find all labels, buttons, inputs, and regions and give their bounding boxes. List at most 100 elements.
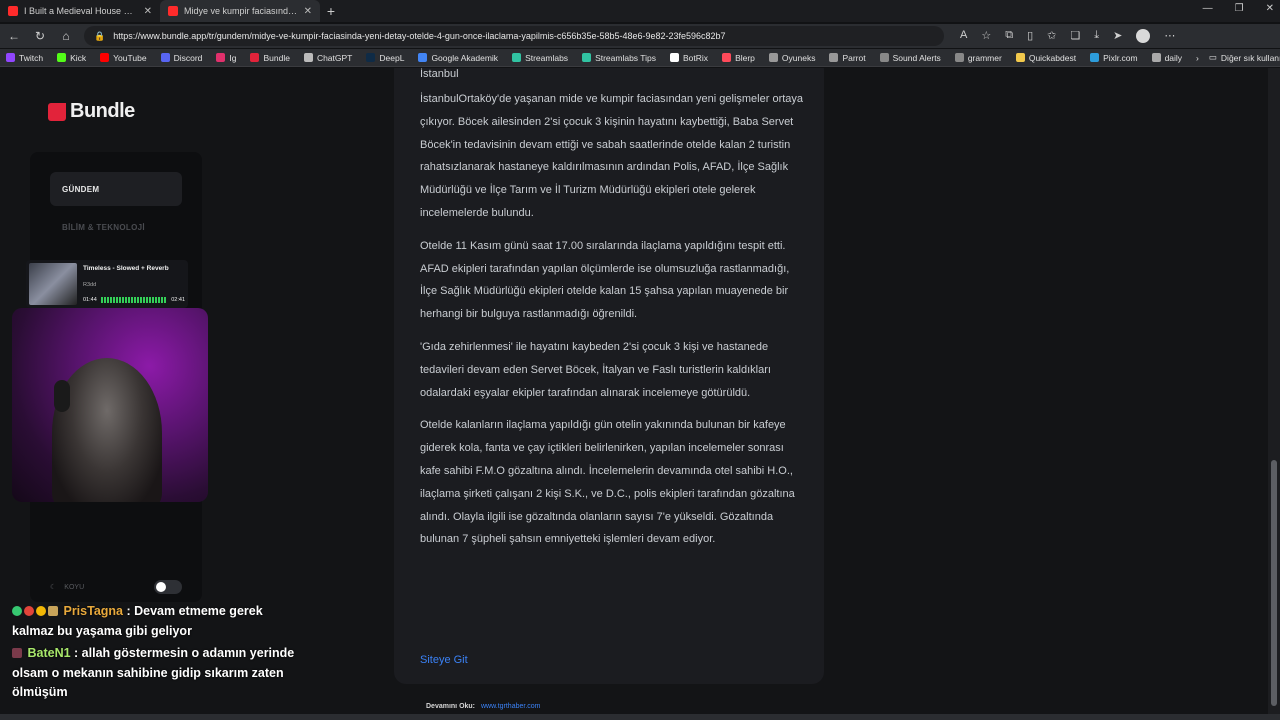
star-icon[interactable]: ☆	[981, 29, 991, 43]
collections-icon[interactable]: ❏	[1070, 29, 1080, 43]
home-icon[interactable]: ⌂	[58, 29, 74, 43]
bookmark-daily[interactable]: daily	[1151, 53, 1182, 63]
bookmark-favicon-icon	[1090, 53, 1100, 62]
bookmark-sound-alerts[interactable]: Sound Alerts	[879, 53, 941, 63]
bookmark-bundle[interactable]: Bundle	[250, 53, 290, 63]
toggle-switch[interactable]	[154, 580, 182, 594]
close-icon[interactable]: ✕	[304, 6, 312, 17]
bookmark-list: Twitch Kick YouTube Discord Ig Bundle ChatGPT D…	[6, 53, 1182, 63]
scrollbar-thumb[interactable]	[1271, 460, 1277, 706]
bookmark-other[interactable]: ▭Diğer sık kullanılanlar	[1209, 52, 1280, 63]
address-bar[interactable]: 🔒 https://www.bundle.app/tr/gundem/midye…	[84, 26, 944, 46]
fire-badge-icon	[24, 606, 34, 616]
profile-avatar[interactable]	[1136, 29, 1151, 43]
tab-strip: I Built a Medieval House Using Pr ✕ Midy…	[0, 0, 1280, 22]
download-icon[interactable]: ⤓	[1094, 29, 1099, 43]
bookmark-botrix[interactable]: BotRix	[670, 53, 708, 63]
tab-title: Midye ve kumpir faciasında yeni g	[184, 6, 298, 16]
article-card: İstanbul İstanbulOrtaköy'de yaşanan mide…	[394, 68, 824, 710]
article-city: İstanbul	[420, 68, 459, 80]
bookmark-oyuneks[interactable]: Oyuneks	[768, 53, 815, 63]
track-elapsed: 01:44	[83, 297, 97, 303]
toolbar-icons: A ☆ ⧉ ▯ ✩ ❏ ⤓ ➤ ⋯	[960, 29, 1175, 43]
chat-username: PrisTagna	[63, 604, 123, 618]
nav-gundem[interactable]: GÜNDEM	[50, 172, 182, 206]
bookmark-kick[interactable]: Kick	[57, 53, 86, 63]
track-title: Timeless - Slowed + Reverb	[83, 265, 169, 272]
bookmark-twitch[interactable]: Twitch	[6, 53, 43, 63]
moon-icon: ☾	[50, 584, 57, 591]
tab-bundle-article[interactable]: Midye ve kumpir faciasında yeni g ✕	[160, 0, 320, 22]
bookmark-chatgpt[interactable]: ChatGPT	[303, 53, 352, 63]
headphones	[54, 380, 70, 412]
bookmark-favicon-icon	[6, 53, 15, 62]
folder-icon: ▭	[1208, 52, 1217, 62]
streamer-figure	[52, 358, 162, 502]
bookmark-google-akademik[interactable]: Google Akademik	[418, 53, 498, 63]
bookmark-youtube[interactable]: YouTube	[100, 53, 147, 63]
new-tab-button[interactable]: +	[320, 0, 342, 22]
track-total: 02:41	[171, 297, 185, 303]
bookmark-favicon-icon	[722, 53, 732, 62]
user-badge-icon	[12, 648, 22, 658]
chat-message: BateN1 : allah göstermesin o adamın yeri…	[12, 644, 302, 703]
minimize-icon[interactable]: —	[1203, 3, 1213, 14]
chat-message: PrisTagna : Devam etmeme gerek kalmaz bu…	[12, 602, 302, 641]
favorites-icon[interactable]: ✩	[1047, 29, 1056, 43]
close-icon[interactable]: ✕	[144, 6, 152, 17]
web-page: Bundle GÜNDEM BİLİM & TEKNOLOJİ ☾ KOYU T…	[0, 68, 1268, 714]
split-icon[interactable]: ▯	[1027, 29, 1033, 43]
bookmark-favicon-icon	[100, 53, 110, 62]
status-bar	[0, 714, 1280, 720]
extensions-icon[interactable]: ⧉	[1005, 29, 1013, 43]
bookmark-streamlabs-tips[interactable]: Streamlabs Tips	[582, 53, 656, 63]
read-aloud-icon[interactable]: A	[960, 29, 967, 43]
now-playing-widget: Timeless - Slowed + Reverb R3dd 01:44 02…	[26, 260, 188, 308]
sub-badge-icon	[36, 606, 46, 616]
close-window-icon[interactable]: ✕	[1266, 3, 1274, 14]
chat-username: BateN1	[27, 646, 71, 660]
bookmark-favicon-icon	[303, 53, 313, 62]
window-controls: — ❐ ✕	[1203, 3, 1274, 14]
crown-badge-icon	[48, 606, 58, 616]
bookmark-grammer[interactable]: grammer	[954, 53, 1002, 63]
bookmark-ig[interactable]: Ig	[216, 53, 236, 63]
bookmark-favicon-icon	[829, 53, 839, 62]
webcam-overlay	[12, 308, 208, 502]
bookmark-favicon-icon	[418, 53, 428, 62]
bookmark-streamlabs[interactable]: Streamlabs	[512, 53, 568, 63]
bookmark-favicon-icon	[582, 53, 592, 62]
bookmark-favicon-icon	[216, 53, 226, 62]
share-icon[interactable]: ➤	[1113, 29, 1122, 43]
bookmark-favicon-icon	[879, 53, 889, 62]
bookmark-quickabdest[interactable]: Quickabdest	[1015, 53, 1076, 63]
back-icon[interactable]: ←	[6, 29, 22, 43]
menu-icon[interactable]: ⋯	[1164, 29, 1175, 43]
bookmark-deepl[interactable]: DeepL	[366, 53, 404, 63]
reload-icon[interactable]: ↻	[32, 29, 48, 43]
restore-icon[interactable]: ❐	[1235, 3, 1244, 14]
stream-chat-overlay: PrisTagna : Devam etmeme gerek kalmaz bu…	[12, 602, 302, 706]
bookmark-pixlr-com[interactable]: Pixlr.com	[1090, 53, 1138, 63]
tab-youtube[interactable]: I Built a Medieval House Using Pr ✕	[0, 0, 160, 22]
source-link[interactable]: www.tgrthaber.com	[481, 703, 541, 710]
browser-toolbar: ← ↻ ⌂ 🔒 https://www.bundle.app/tr/gundem…	[0, 24, 1280, 48]
bookmarks-bar: Twitch Kick YouTube Discord Ig Bundle ChatGPT D…	[0, 49, 1280, 67]
page-scrollbar[interactable]	[1268, 68, 1280, 714]
site-link[interactable]: Siteye Git	[420, 654, 468, 666]
article-paragraph: Otelde kalanların ilaçlama yapıldığı gün…	[420, 419, 795, 546]
url-text: https://www.bundle.app/tr/gundem/midye-v…	[113, 31, 726, 41]
bookmark-blerp[interactable]: Blerp	[722, 53, 755, 63]
bookmark-favicon-icon	[1151, 53, 1161, 62]
bookmark-favicon-icon	[366, 53, 376, 62]
site-logo[interactable]: Bundle	[48, 100, 135, 123]
article-paragraph: 'Gıda zehirlenmesi' ile hayatını kaybede…	[420, 340, 771, 399]
bookmark-favicon-icon	[954, 53, 964, 62]
nav-bilim-teknoloji[interactable]: BİLİM & TEKNOLOJİ	[50, 210, 182, 244]
bookmark-discord[interactable]: Discord	[160, 53, 202, 63]
bookmark-parrot[interactable]: Parrot	[829, 53, 866, 63]
bookmark-favicon-icon	[512, 53, 522, 62]
dark-mode-toggle[interactable]: ☾ KOYU	[50, 580, 182, 594]
article-paragraph: İstanbulOrtaköy'de yaşanan mide ve kumpi…	[420, 93, 804, 219]
chevron-right-icon[interactable]: ›	[1196, 53, 1199, 63]
